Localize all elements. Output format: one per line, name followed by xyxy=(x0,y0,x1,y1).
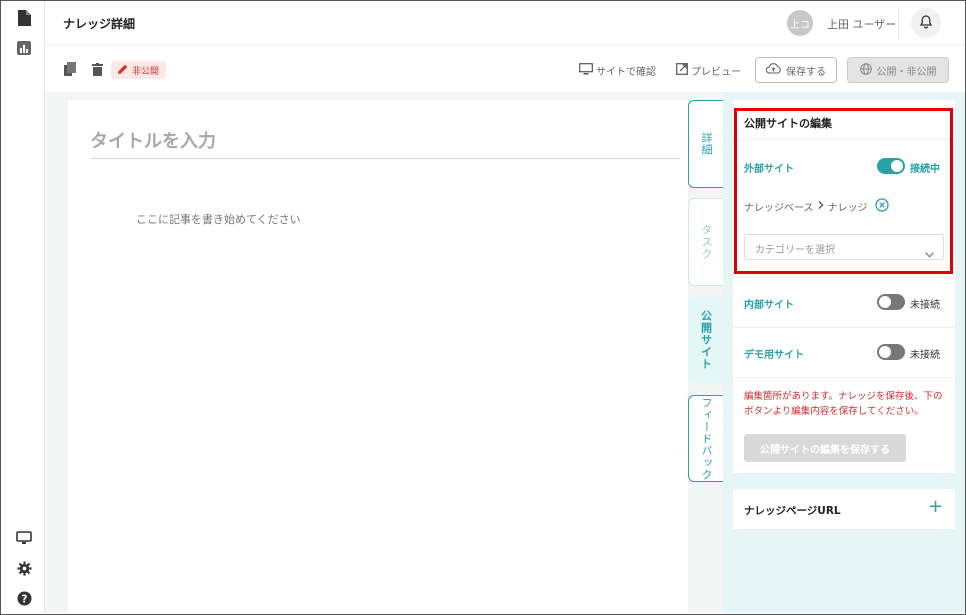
document-icon[interactable] xyxy=(15,9,33,27)
tab-details[interactable]: 詳細 xyxy=(688,100,723,188)
avatar[interactable]: 上コ xyxy=(787,10,813,36)
svg-text:?: ? xyxy=(21,593,27,605)
internal-site-status: 未接続 xyxy=(910,300,940,311)
demo-site-label: デモ用サイト xyxy=(744,350,804,361)
divider xyxy=(733,327,955,328)
tab-tasks[interactable]: タスク xyxy=(688,198,723,286)
tab-public-site[interactable]: 公開サイト xyxy=(688,297,723,383)
editor: ここに記事を書き始めてください xyxy=(68,100,688,613)
demo-site-toggle[interactable] xyxy=(877,344,905,360)
view-site-label: サイトで確認 xyxy=(596,67,656,78)
copy-icon[interactable] xyxy=(63,62,77,76)
tab-feedback[interactable]: フィードバック xyxy=(688,395,723,482)
gear-icon[interactable] xyxy=(15,559,33,577)
page-title: ナレッジ詳細 xyxy=(63,17,136,31)
help-icon[interactable]: ? xyxy=(15,589,33,607)
knowledge-url-card: ナレッジページURL + xyxy=(733,489,955,529)
body-editor[interactable]: ここに記事を書き始めてください xyxy=(136,211,301,227)
save-site-edits-button[interactable]: 公開サイトの編集を保存する xyxy=(744,434,906,462)
save-label: 保存する xyxy=(786,66,826,78)
notification-button[interactable] xyxy=(911,8,941,38)
monitor-icon xyxy=(579,63,593,78)
warning-message: 編集箇所があります。ナレッジを保存後、下のボタンより編集内容を保存してください。 xyxy=(744,391,943,417)
title-input[interactable] xyxy=(90,125,680,159)
tab-feedback-label: フィードバック xyxy=(700,396,713,481)
url-heading: ナレッジページURL xyxy=(744,505,841,517)
toolbar: 非公開 サイトで確認 プレビュー 保存する 公開・非公開 xyxy=(45,46,965,92)
preview-link[interactable]: プレビュー xyxy=(676,63,741,78)
highlight-box xyxy=(734,108,953,274)
status-badge[interactable]: 非公開 xyxy=(111,61,167,79)
divider xyxy=(898,7,899,39)
tab-details-label: 詳細 xyxy=(700,132,713,156)
demo-site-status: 未接続 xyxy=(910,350,940,361)
add-url-button[interactable]: + xyxy=(928,497,943,517)
tab-public-site-label: 公開サイト xyxy=(699,310,713,370)
internal-site-toggle[interactable] xyxy=(877,294,905,310)
pencil-icon xyxy=(118,64,128,77)
trash-icon[interactable] xyxy=(90,62,104,76)
preview-label: プレビュー xyxy=(691,67,741,78)
globe-icon xyxy=(859,62,872,78)
bell-icon xyxy=(919,14,933,33)
publish-label: 公開・非公開 xyxy=(876,66,937,78)
tab-tasks-label: タスク xyxy=(700,224,713,260)
cloud-upload-icon xyxy=(765,63,781,77)
monitor-icon[interactable] xyxy=(15,529,33,547)
view-site-link[interactable]: サイトで確認 xyxy=(579,63,656,78)
internal-site-label: 内部サイト xyxy=(744,300,794,311)
divider xyxy=(733,377,955,378)
save-button[interactable]: 保存する xyxy=(755,57,837,83)
chart-icon[interactable] xyxy=(15,39,33,57)
user-name[interactable]: 上田 ユーザー xyxy=(827,16,896,32)
preview-icon xyxy=(676,63,688,78)
left-rail: ? xyxy=(1,1,45,613)
divider xyxy=(733,277,955,278)
top-bar: ナレッジ詳細 上コ 上田 ユーザー xyxy=(45,1,965,45)
status-label: 非公開 xyxy=(132,66,160,77)
publish-toggle-button[interactable]: 公開・非公開 xyxy=(847,57,949,83)
